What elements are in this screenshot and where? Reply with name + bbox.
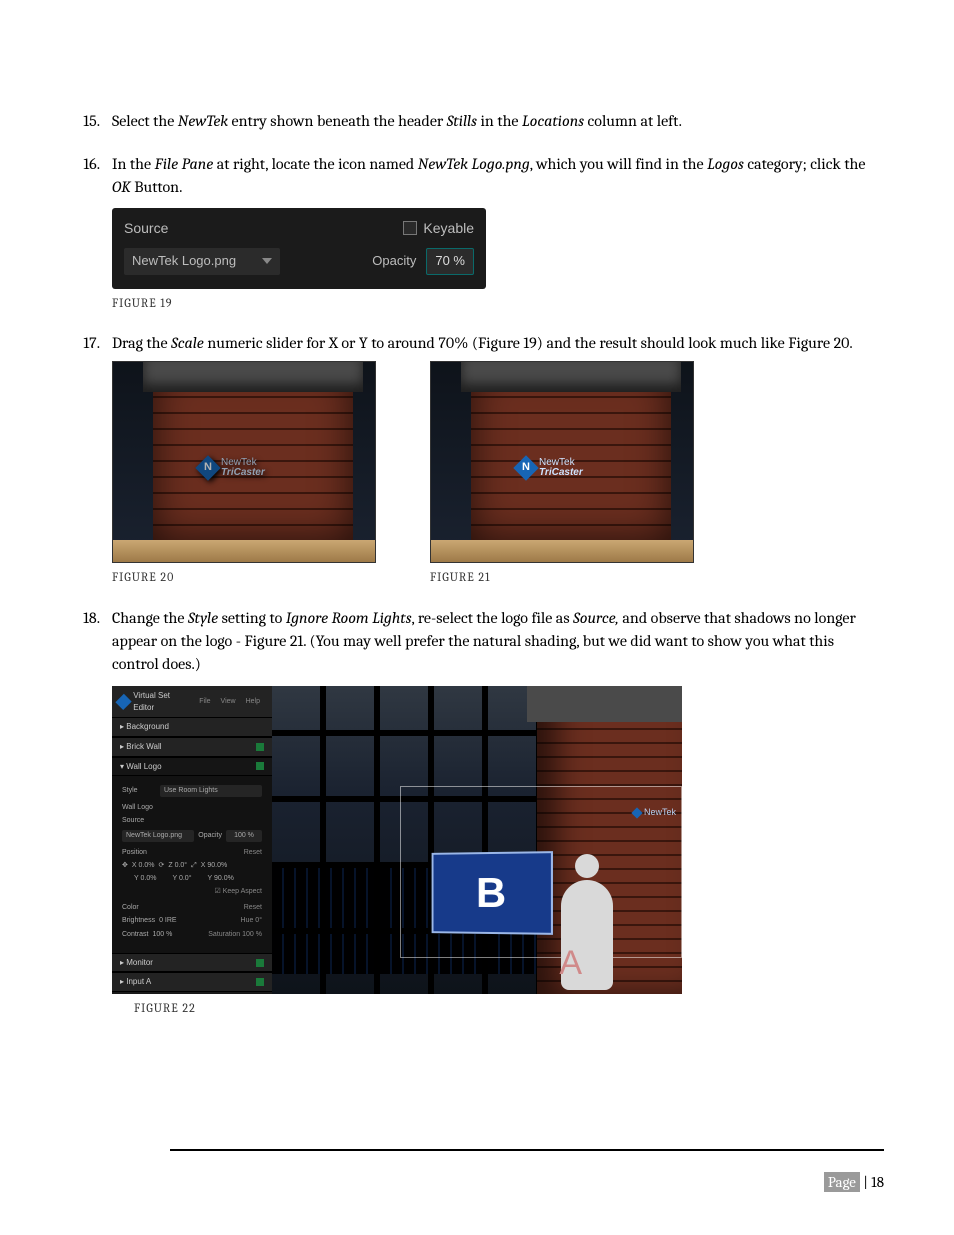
step-number: 15. — [70, 110, 100, 133]
layer-brick-wall[interactable]: ▸ Brick Wall — [112, 737, 272, 757]
document-page: 15. Select the NewTek entry shown beneat… — [0, 0, 954, 1235]
footer-rule — [170, 1149, 884, 1151]
layer-input-a[interactable]: ▸ Input A — [112, 972, 272, 992]
opacity-value[interactable]: 70 % — [426, 248, 474, 275]
source-dropdown[interactable]: NewTek Logo.png — [124, 248, 280, 275]
style-dropdown[interactable]: Use Room Lights — [160, 785, 262, 797]
opacity-label: Opacity — [372, 252, 416, 271]
step-text: Drag the Scale numeric slider for X or Y… — [112, 334, 853, 352]
layer-wall-logo[interactable]: ▾ Wall Logo — [112, 757, 272, 777]
step-18: 18. Change the Style setting to Ignore R… — [70, 607, 884, 1018]
figure-21: N NewTekTriCaster FIGURE 21 — [430, 361, 692, 586]
step-number: 17. — [70, 332, 100, 355]
source-label: Source — [124, 218, 168, 238]
step-text: In the File Pane at right, locate the ic… — [112, 155, 865, 196]
step-17: 17. Drag the Scale numeric slider for X … — [70, 332, 884, 587]
reset-button[interactable]: Reset — [244, 848, 262, 858]
preview-viewport: B A NewTek — [272, 686, 682, 994]
layer-monitor[interactable]: ▸ Monitor — [112, 953, 272, 973]
figure-caption: FIGURE 20 — [112, 569, 374, 586]
step-number: 18. — [70, 607, 100, 630]
figure-row: N NewTekTriCaster FIGURE 20 N NewTekTriC… — [112, 361, 884, 586]
scale-icon: ⤢ — [191, 861, 197, 871]
check-icon — [256, 978, 264, 986]
opacity-field[interactable]: 100 % — [226, 830, 262, 842]
source-dropdown[interactable]: NewTek Logo.png — [122, 830, 194, 842]
step-text: Select the NewTek entry shown beneath th… — [112, 112, 682, 130]
step-15: 15. Select the NewTek entry shown beneat… — [70, 110, 884, 133]
chevron-down-icon — [262, 258, 272, 264]
figure-19-panel: Source Keyable NewTek Logo.png Opacity 7… — [112, 208, 486, 289]
window-title: Virtual Set Editor File View Help — [112, 686, 272, 717]
step-number: 16. — [70, 153, 100, 176]
layer-background[interactable]: ▸ Background — [112, 717, 272, 737]
step-text: Change the Style setting to Ignore Room … — [112, 609, 856, 673]
figure-caption: FIGURE 22 — [134, 1000, 884, 1017]
check-icon — [256, 762, 264, 770]
keyable-checkbox[interactable]: Keyable — [403, 218, 474, 238]
figure-20: N NewTekTriCaster FIGURE 20 — [112, 361, 374, 586]
step-16: 16. In the File Pane at right, locate th… — [70, 153, 884, 312]
figure-caption: FIGURE 19 — [112, 295, 884, 312]
properties-panel: StyleUse Room Lights Wall Logo Source Ne… — [112, 776, 272, 953]
menu-bar[interactable]: File View Help — [193, 697, 266, 707]
check-icon — [256, 959, 264, 967]
figure-22: Virtual Set Editor File View Help ▸ Back… — [112, 686, 884, 1017]
newtek-logo: N NewTekTriCaster — [517, 458, 583, 478]
check-icon — [256, 743, 264, 751]
figure-caption: FIGURE 21 — [430, 569, 692, 586]
monitor-b: B — [432, 851, 553, 935]
app-icon — [115, 694, 131, 710]
step-list: 15. Select the NewTek entry shown beneat… — [70, 110, 884, 1018]
move-icon: ✥ — [122, 861, 128, 871]
page-footer: Page | 18 — [824, 1173, 884, 1191]
reset-button[interactable]: Reset — [244, 903, 262, 913]
checkbox-icon — [403, 221, 417, 235]
pillar-logo: NewTek — [633, 806, 676, 819]
editor-sidebar: Virtual Set Editor File View Help ▸ Back… — [112, 686, 272, 994]
label-a: A — [559, 939, 582, 988]
newtek-logo: N NewTekTriCaster — [199, 458, 265, 478]
rotate-icon: ⟳ — [158, 861, 164, 871]
